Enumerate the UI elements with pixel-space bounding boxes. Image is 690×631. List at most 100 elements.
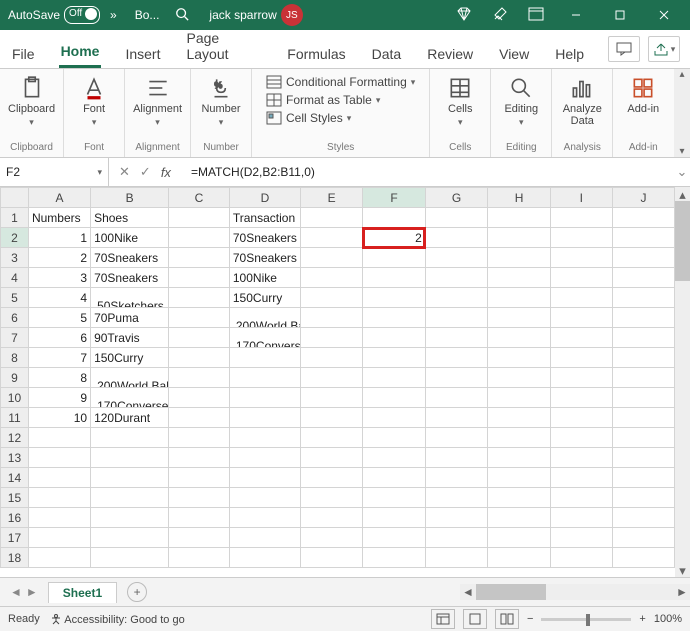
qat-more-icon[interactable]: »	[110, 8, 117, 22]
cell[interactable]	[363, 468, 425, 488]
cell[interactable]	[550, 428, 612, 448]
cells-button[interactable]: Cells▾	[438, 75, 482, 128]
cell[interactable]: Numbers	[28, 208, 90, 228]
cell[interactable]	[229, 508, 300, 528]
cell[interactable]	[229, 408, 300, 428]
cell[interactable]	[169, 328, 230, 348]
col-header-G[interactable]: G	[425, 188, 488, 208]
cell[interactable]	[550, 308, 612, 328]
cell[interactable]	[612, 248, 674, 268]
cell[interactable]	[612, 208, 674, 228]
cell[interactable]	[612, 368, 674, 388]
cell[interactable]	[488, 408, 551, 428]
cell[interactable]	[488, 388, 551, 408]
cell[interactable]	[425, 348, 488, 368]
cell[interactable]: 2	[363, 228, 425, 248]
tab-data[interactable]: Data	[370, 38, 404, 68]
cell[interactable]: 120Durant	[91, 408, 169, 428]
cell[interactable]: 90Travis	[91, 328, 169, 348]
cell[interactable]	[169, 368, 230, 388]
cell[interactable]	[28, 508, 90, 528]
alignment-button[interactable]: Alignment▾	[133, 75, 182, 128]
cell[interactable]	[169, 388, 230, 408]
zoom-slider[interactable]	[541, 618, 631, 621]
row-header[interactable]: 9	[1, 368, 29, 388]
cell[interactable]	[363, 508, 425, 528]
cell[interactable]	[363, 348, 425, 368]
cell[interactable]	[550, 468, 612, 488]
cell[interactable]	[612, 288, 674, 308]
row-header[interactable]: 6	[1, 308, 29, 328]
cell[interactable]	[612, 308, 674, 328]
cell[interactable]	[550, 508, 612, 528]
cell[interactable]	[169, 348, 230, 368]
cell[interactable]	[229, 388, 300, 408]
cell[interactable]	[363, 288, 425, 308]
sheet-next-icon[interactable]: ►	[26, 585, 38, 599]
cell[interactable]: 100Nike	[229, 268, 300, 288]
cell[interactable]: 2	[28, 248, 90, 268]
cell[interactable]	[550, 248, 612, 268]
fx-icon[interactable]: fx	[161, 165, 171, 180]
cell[interactable]	[550, 268, 612, 288]
cell[interactable]	[28, 468, 90, 488]
cell[interactable]	[425, 428, 488, 448]
cell[interactable]	[488, 288, 551, 308]
enter-icon[interactable]: ✓	[140, 164, 151, 180]
font-button[interactable]: Font▾	[72, 75, 116, 128]
cell[interactable]	[363, 408, 425, 428]
cell[interactable]: 5	[28, 308, 90, 328]
cell[interactable]	[488, 208, 551, 228]
cell[interactable]	[300, 228, 362, 248]
cell[interactable]	[91, 448, 169, 468]
conditional-formatting-button[interactable]: Conditional Formatting▾	[266, 75, 415, 89]
add-sheet-button[interactable]: +	[127, 582, 147, 602]
sheet-tab[interactable]: Sheet1	[48, 582, 117, 603]
cell[interactable]: 70Sneakers	[91, 248, 169, 268]
cell[interactable]	[488, 468, 551, 488]
cell[interactable]	[169, 268, 230, 288]
cell[interactable]	[300, 468, 362, 488]
cell[interactable]	[169, 508, 230, 528]
cell[interactable]	[612, 548, 674, 568]
cell[interactable]: 100Nike	[91, 228, 169, 248]
row-header[interactable]: 13	[1, 448, 29, 468]
brush-icon[interactable]	[492, 6, 508, 25]
cell[interactable]	[550, 368, 612, 388]
cell[interactable]	[363, 488, 425, 508]
tab-view[interactable]: View	[497, 38, 531, 68]
cell[interactable]	[300, 408, 362, 428]
cell[interactable]	[363, 268, 425, 288]
cell[interactable]	[425, 508, 488, 528]
cell[interactable]	[300, 248, 362, 268]
cell[interactable]: 200World Balance	[229, 308, 300, 328]
ribbon-scrollbar[interactable]: ▴▾	[674, 69, 690, 157]
col-header-I[interactable]: I	[550, 188, 612, 208]
tab-insert[interactable]: Insert	[123, 38, 162, 68]
cell[interactable]	[229, 468, 300, 488]
cell[interactable]	[363, 448, 425, 468]
editing-button[interactable]: Editing▾	[499, 75, 543, 128]
cell[interactable]: 1	[28, 228, 90, 248]
cell[interactable]: 8	[28, 368, 90, 388]
cell[interactable]	[488, 328, 551, 348]
cell[interactable]	[28, 428, 90, 448]
cell[interactable]	[425, 268, 488, 288]
cell[interactable]	[300, 328, 362, 348]
comments-button[interactable]	[608, 36, 640, 62]
cell[interactable]	[169, 248, 230, 268]
cell[interactable]	[550, 388, 612, 408]
tab-formulas[interactable]: Formulas	[285, 38, 347, 68]
cell[interactable]	[363, 308, 425, 328]
cell[interactable]	[28, 488, 90, 508]
cell[interactable]	[300, 348, 362, 368]
view-page-break-icon[interactable]	[495, 609, 519, 629]
cell[interactable]	[488, 308, 551, 328]
tab-help[interactable]: Help	[553, 38, 586, 68]
search-icon[interactable]	[175, 7, 189, 24]
vertical-scrollbar[interactable]: ▴ ▾	[675, 187, 690, 577]
cell[interactable]	[300, 368, 362, 388]
cell[interactable]	[229, 348, 300, 368]
maximize-button[interactable]	[598, 0, 642, 30]
cell[interactable]	[488, 248, 551, 268]
